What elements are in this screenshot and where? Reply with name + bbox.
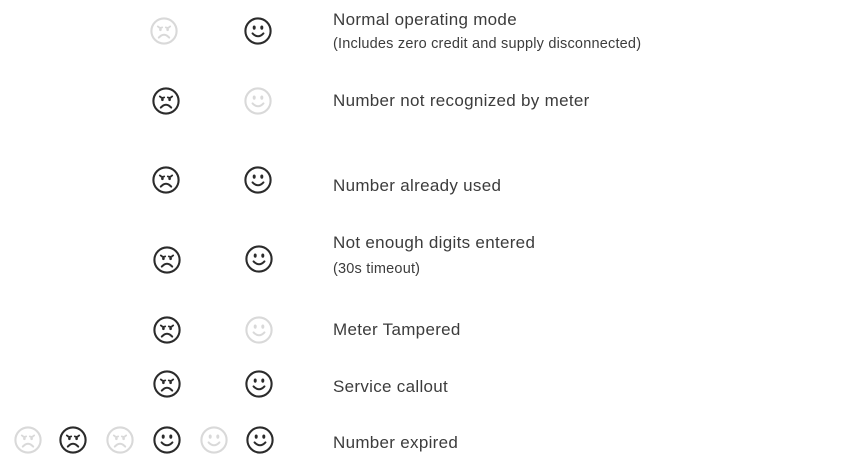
happy-face-icon	[243, 16, 273, 46]
description-line: Not enough digits entered	[333, 233, 536, 252]
description-line: Normal operating mode	[333, 10, 517, 29]
sad-face-icon	[152, 369, 182, 399]
sad-face-icon	[151, 86, 181, 116]
sad-face-icon	[149, 16, 179, 46]
description-line: Number expired	[333, 433, 459, 452]
description-note: (30s timeout)	[333, 261, 421, 277]
legend-description: Meter Tampered	[333, 318, 461, 342]
description-note: (Includes zero credit and supply disconn…	[333, 36, 642, 52]
sad-face-icon	[105, 425, 135, 455]
sad-face-icon	[152, 245, 182, 275]
legend-description: Service callout	[333, 375, 448, 399]
sad-face-icon	[151, 165, 181, 195]
description-line: Meter Tampered	[333, 320, 461, 339]
happy-face-icon	[243, 86, 273, 116]
sad-face-icon	[58, 425, 88, 455]
legend-description: Not enough digits entered (30s timeout)	[333, 231, 535, 281]
happy-face-icon	[152, 425, 182, 455]
legend-description: Normal operating mode (Includes zero cre…	[333, 8, 641, 56]
happy-face-icon	[244, 244, 274, 274]
happy-face-icon	[199, 425, 229, 455]
sad-face-icon	[152, 315, 182, 345]
legend-description: Number not recognized by meter	[333, 89, 590, 113]
legend-description: Number expired	[333, 431, 458, 455]
happy-face-icon	[245, 425, 275, 455]
sad-face-icon	[13, 425, 43, 455]
legend-description: Number already used	[333, 174, 501, 198]
happy-face-icon	[243, 165, 273, 195]
description-line: Number already used	[333, 176, 502, 195]
meter-indicator-legend: { "colors": { "active": "#2b2b2b", "inac…	[0, 0, 844, 465]
description-line: Number not recognized by meter	[333, 91, 590, 110]
happy-face-icon	[244, 315, 274, 345]
description-line: Service callout	[333, 377, 449, 396]
happy-face-icon	[244, 369, 274, 399]
